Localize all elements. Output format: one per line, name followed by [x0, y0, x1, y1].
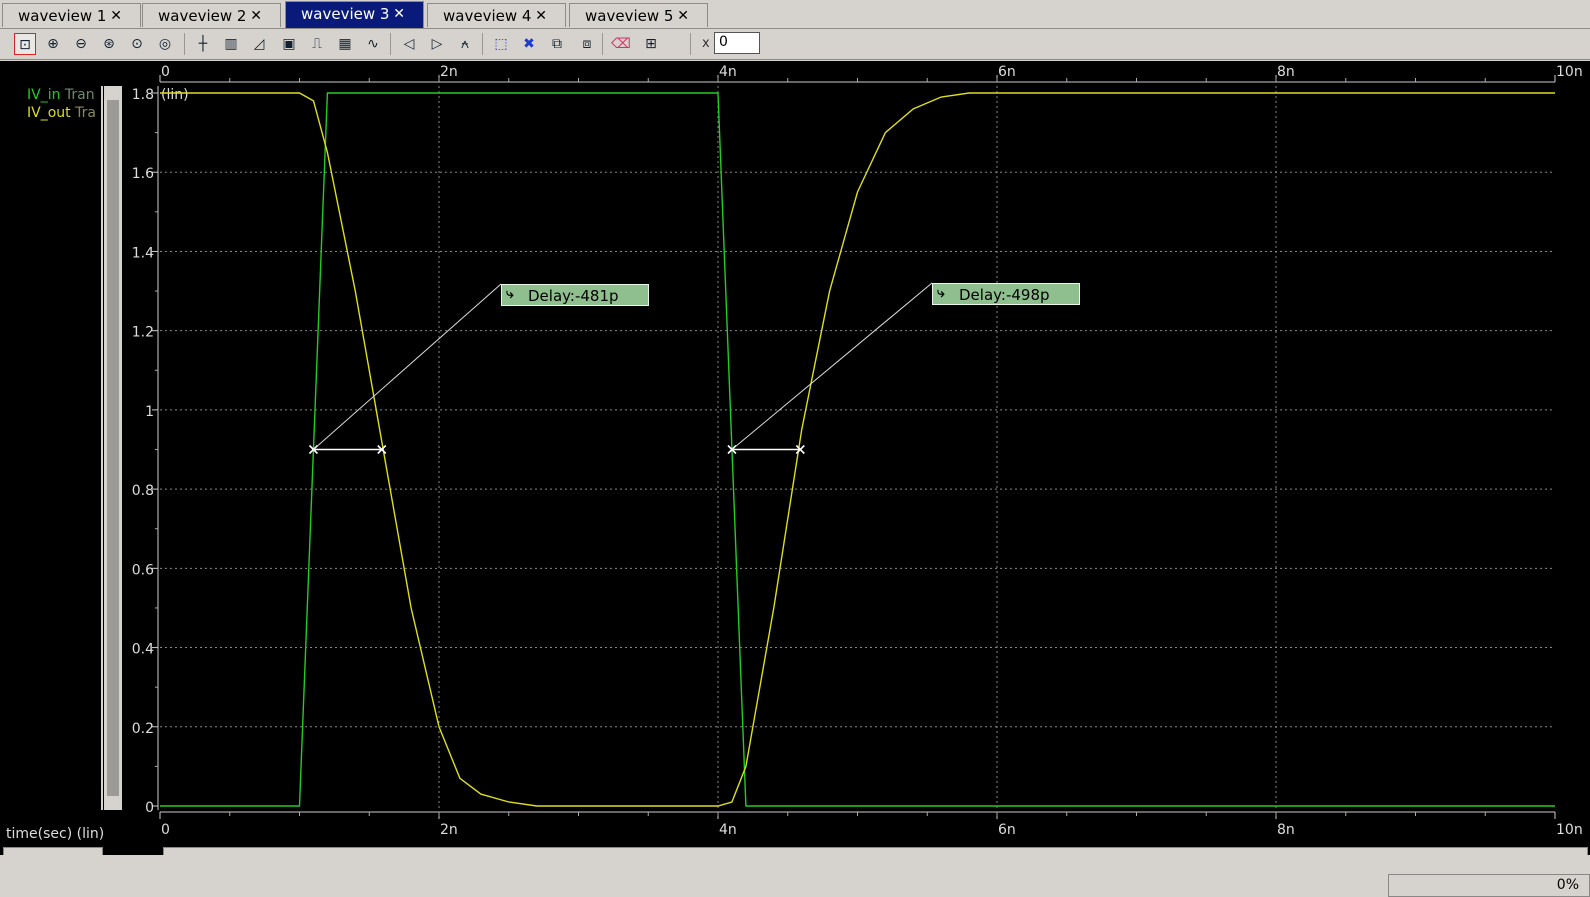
y-tick-label: 0	[145, 800, 154, 816]
x-axis-label: time(sec) (lin)	[6, 826, 105, 842]
delay-leader-line	[313, 283, 502, 450]
delay-leader-line	[731, 282, 933, 450]
x-tick-label-bottom: 6n	[998, 822, 1016, 838]
y-tick-label: 0.2	[132, 721, 154, 737]
x-tick-label-bottom: 10n	[1556, 822, 1583, 838]
delay-marker-icon: ⤷	[506, 286, 514, 302]
progress-status: 0%	[1388, 874, 1590, 897]
x-tick-label-top: 10n	[1556, 64, 1583, 80]
x-tick-label-bottom: 4n	[719, 822, 737, 838]
y-tick-label: 0.4	[132, 642, 154, 658]
y-tick-label: 1.4	[132, 245, 154, 261]
x-tick-label-top: 8n	[1277, 64, 1295, 80]
x-tick-label-bottom: 0	[161, 822, 170, 838]
delay-marker-1[interactable]: ⤷ Delay:-481p	[501, 284, 649, 306]
y-tick-label: 0.8	[132, 483, 154, 499]
y-tick-label: 1.2	[132, 325, 154, 341]
waveform-chart: 002n2n4n4n6n6n8n8n10n10n00.20.40.60.811.…	[132, 64, 1583, 838]
status-bar	[0, 855, 1590, 897]
x-tick-label-top: 4n	[719, 64, 737, 80]
y-tick-label: 0.6	[132, 562, 154, 578]
delay-marker-icon: ⤷	[937, 285, 945, 301]
x-tick-label-top: 6n	[998, 64, 1016, 80]
y-tick-label: 1.6	[132, 166, 154, 182]
x-tick-label-bottom: 8n	[1277, 822, 1295, 838]
y-axis-unit-label: (lin)	[161, 87, 189, 103]
delay-marker-label: Delay:-498p	[959, 286, 1050, 304]
x-tick-label-top: 0	[161, 64, 170, 80]
x-tick-label-bottom: 2n	[440, 822, 458, 838]
y-tick-label: 1.8	[132, 87, 154, 103]
delay-marker-label: Delay:-481p	[528, 287, 619, 305]
x-tick-label-top: 2n	[440, 64, 458, 80]
y-tick-label: 1	[145, 404, 154, 420]
delay-marker-2[interactable]: ⤷ Delay:-498p	[932, 283, 1080, 305]
